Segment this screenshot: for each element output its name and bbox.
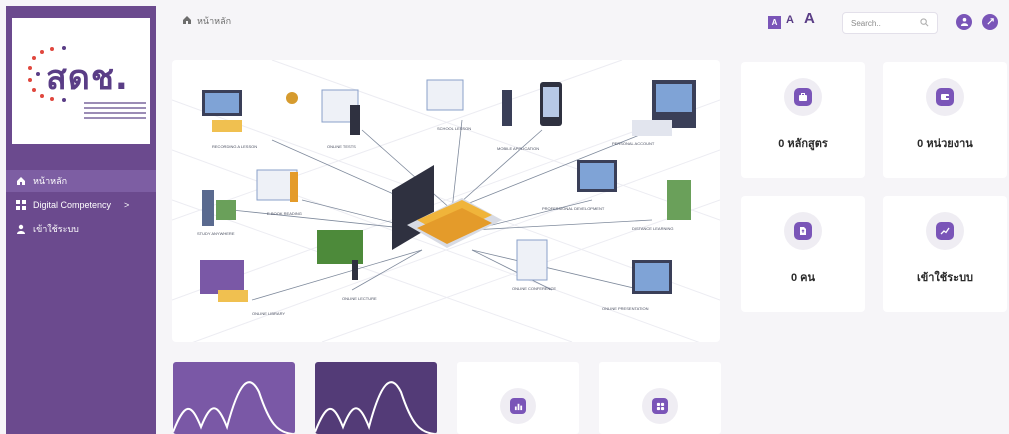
upload-file-icon — [794, 222, 812, 240]
hero-illustration: RECORDING A LESSON ONLINE TESTS SCHOOL L… — [172, 60, 720, 342]
search-placeholder: Search.. — [851, 18, 881, 28]
stat-icon-badge — [784, 212, 822, 250]
stat-label: 0 หลักสูตร — [778, 138, 828, 150]
hero-label: ONLINE PRESENTATION — [602, 306, 649, 311]
central-laptop — [392, 165, 502, 250]
hero-label: SCHOOL LESSON — [437, 126, 471, 131]
e-learning-isometric-illustration: RECORDING A LESSON ONLINE TESTS SCHOOL L… — [172, 60, 720, 342]
settings-button[interactable] — [982, 14, 998, 30]
stat-card-agencies[interactable]: 0 หน่วยงาน — [883, 62, 1007, 178]
logo-text: สดช. — [46, 58, 129, 98]
hero-label: E-BOOK READING — [267, 211, 302, 216]
chart-card-1[interactable] — [173, 362, 295, 434]
font-size-large-button[interactable]: A — [804, 10, 815, 27]
sidebar-item-digital-competency[interactable]: Digital Competency > — [6, 194, 156, 216]
sidebar-item-label: Digital Competency — [33, 200, 112, 210]
user-icon — [16, 224, 26, 234]
hero-label: RECORDING A LESSON — [212, 144, 257, 149]
stat-icon-badge — [926, 212, 964, 250]
font-size-medium-button[interactable]: A — [786, 14, 794, 26]
hero-label: PERSONAL ACCOUNT — [612, 141, 655, 146]
stat-label: 0 คน — [790, 272, 816, 284]
font-size-small-button[interactable]: A — [768, 16, 781, 29]
sidebar-item-login[interactable]: เข้าใช้ระบบ — [6, 218, 156, 240]
stat-icon-badge — [784, 78, 822, 116]
topbar: หน้าหลัก A A A Search.. — [156, 6, 1009, 36]
breadcrumb-label: หน้าหลัก — [197, 16, 232, 26]
sidebar-item-label: เข้าใช้ระบบ — [33, 224, 79, 234]
bar-chart-icon — [510, 398, 526, 414]
search-input[interactable]: Search.. — [842, 12, 938, 34]
hero-label: DISTANCE LEARNING — [632, 226, 674, 231]
chart-card-3[interactable] — [457, 362, 579, 434]
sidebar-item-label: หน้าหลัก — [33, 176, 68, 186]
chart-card-4[interactable] — [599, 362, 721, 434]
hero-label: PROFESSIONAL DEVELOPMENT — [542, 206, 605, 211]
wave-line-graphic — [173, 381, 295, 434]
home-icon — [16, 176, 26, 186]
stat-card-courses[interactable]: 0 หลักสูตร — [741, 62, 865, 178]
hero-label: ONLINE CONFERENCE — [512, 286, 556, 291]
briefcase-icon — [794, 88, 812, 106]
dashboard-icon — [652, 398, 668, 414]
stat-icon-badge — [926, 78, 964, 116]
stat-card-login[interactable]: เข้าใช้ระบบ — [883, 196, 1007, 312]
chevron-right-icon: > — [124, 200, 130, 210]
logo-subtitle-lines — [84, 102, 146, 126]
hero-label: ONLINE LECTURE — [342, 296, 377, 301]
hero-label: ONLINE TESTS — [327, 144, 356, 149]
stat-icon-badge — [500, 388, 536, 424]
user-icon — [960, 17, 969, 28]
stat-card-users[interactable]: 0 คน — [741, 196, 865, 312]
stat-label: 0 หน่วยงาน — [917, 138, 973, 150]
expand-icon — [986, 17, 995, 28]
sidebar-item-home[interactable]: หน้าหลัก — [6, 170, 156, 192]
grid-icon — [16, 200, 26, 210]
hero-label: ONLINE LIBRARY — [252, 311, 285, 316]
breadcrumb[interactable]: หน้าหลัก — [182, 14, 231, 28]
home-icon — [182, 15, 192, 27]
chart-card-2[interactable] — [315, 362, 437, 434]
sidebar: สดช. หน้าหลัก Digital Competency > เข้าใ… — [6, 6, 156, 434]
logo[interactable]: สดช. — [12, 18, 150, 144]
hero-label: STUDY ANYWHERE — [197, 231, 235, 236]
hero-label: MOBILE APPLICATION — [497, 146, 539, 151]
user-profile-button[interactable] — [956, 14, 972, 30]
trend-chart-icon — [936, 222, 954, 240]
wave-line-graphic — [315, 381, 437, 434]
search-icon[interactable] — [920, 17, 929, 29]
stat-label: เข้าใช้ระบบ — [916, 272, 974, 284]
wallet-icon — [936, 88, 954, 106]
stat-icon-badge — [642, 388, 678, 424]
